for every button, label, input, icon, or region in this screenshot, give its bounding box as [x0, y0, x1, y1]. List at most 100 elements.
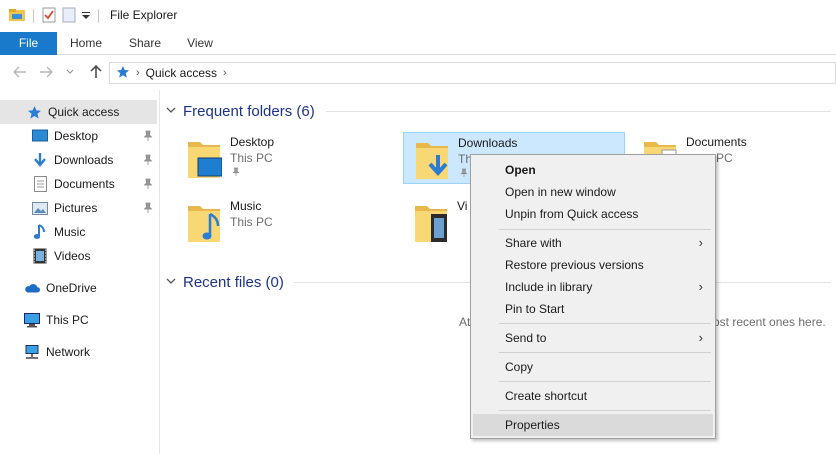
context-menu: Open Open in new window Unpin from Quick… [470, 154, 716, 439]
sidebar-item-documents[interactable]: Documents [0, 172, 157, 196]
videos-folder-icon [415, 206, 447, 242]
onedrive-cloud-icon [24, 280, 40, 296]
pin-icon [232, 167, 240, 176]
pin-icon [460, 168, 468, 177]
breadcrumb-chevron-icon[interactable]: › [223, 67, 227, 79]
window-title: File Explorer [110, 8, 178, 22]
breadcrumb-quick-access[interactable]: Quick access [146, 66, 217, 80]
sidebar-item-label: Quick access [48, 105, 120, 119]
sidebar-item-pictures[interactable]: Pictures [0, 196, 157, 220]
tab-view[interactable]: View [180, 32, 220, 55]
collapse-chevron-icon[interactable] [166, 105, 178, 117]
music-note-icon [32, 224, 48, 240]
tab-home[interactable]: Home [62, 32, 110, 55]
menu-item-label: Include in library [505, 280, 593, 294]
sidebar-item-label: Downloads [54, 153, 114, 167]
folder-name: Downloads [458, 136, 518, 150]
sidebar-item-videos[interactable]: Videos [0, 244, 157, 268]
submenu-arrow-icon: › [698, 330, 703, 345]
breadcrumb-chevron-icon[interactable]: › [136, 67, 140, 79]
sidebar-item-label: Pictures [54, 201, 98, 215]
empty-message-end: ost recent ones here. [713, 315, 826, 329]
recent-locations-dropdown-icon[interactable] [60, 63, 80, 81]
pin-icon[interactable] [143, 202, 153, 214]
menu-item-label: Share with [505, 236, 562, 250]
downloads-folder-icon [416, 143, 448, 179]
frequent-folders-header[interactable]: Frequent folders (6) [166, 101, 315, 121]
folder-tile-desktop[interactable]: Desktop This PC [176, 132, 398, 184]
group-divider [326, 111, 831, 112]
pin-icon[interactable] [143, 130, 153, 142]
sidebar-item-onedrive[interactable]: OneDrive [0, 276, 157, 300]
menu-item-unpin-quick-access[interactable]: Unpin from Quick access [473, 203, 713, 225]
recent-files-header[interactable]: Recent files (0) [166, 272, 284, 292]
desktop-folder-icon [188, 142, 222, 178]
sidebar-item-quick-access[interactable]: Quick access [0, 100, 157, 124]
menu-separator [499, 381, 711, 382]
sidebar-item-desktop[interactable]: Desktop [0, 124, 157, 148]
sidebar-item-label: Documents [54, 177, 115, 191]
customize-toolbar-dropdown-icon[interactable] [81, 7, 91, 26]
menu-item-include-in-library[interactable]: Include in library › [473, 276, 713, 298]
menu-separator [499, 229, 711, 230]
sidebar-item-label: Videos [54, 249, 91, 263]
pictures-icon [32, 200, 48, 216]
quick-access-star-icon [116, 65, 130, 82]
folder-tile-music[interactable]: Music This PC [176, 196, 398, 248]
menu-item-create-shortcut[interactable]: Create shortcut [473, 385, 713, 407]
pin-icon[interactable] [143, 154, 153, 166]
sidebar-item-label: Desktop [54, 129, 99, 143]
menu-item-open[interactable]: Open [473, 159, 713, 181]
sidebar-item-label: OneDrive [46, 281, 97, 295]
address-bar[interactable]: › Quick access › [109, 62, 836, 84]
toolbar-separator [98, 9, 99, 23]
sidebar-item-network[interactable]: Network [0, 340, 157, 364]
sidebar-item-this-pc[interactable]: This PC [0, 308, 157, 332]
collapse-chevron-icon[interactable] [166, 276, 178, 288]
submenu-arrow-icon: › [698, 235, 703, 250]
forward-arrow-icon[interactable] [36, 63, 56, 81]
properties-check-icon[interactable] [41, 7, 57, 26]
toolbar-separator [33, 9, 34, 23]
folder-name: Desktop [230, 135, 275, 149]
group-title: Frequent folders (6) [183, 102, 315, 120]
menu-separator [499, 410, 711, 411]
title-bar: File Explorer [0, 0, 836, 32]
address-row: › Quick access › [0, 56, 836, 90]
folder-name: Documents [686, 135, 747, 149]
menu-item-restore-previous-versions[interactable]: Restore previous versions [473, 254, 713, 276]
tab-file[interactable]: File [0, 32, 57, 55]
tab-share[interactable]: Share [122, 32, 168, 55]
folder-name: Music [230, 199, 262, 213]
menu-item-share-with[interactable]: Share with › [473, 232, 713, 254]
menu-item-send-to[interactable]: Send to › [473, 327, 713, 349]
new-folder-icon[interactable] [61, 7, 77, 26]
menu-separator [499, 323, 711, 324]
navigation-pane: Quick access Desktop Downloads Documents… [0, 90, 160, 454]
sidebar-item-downloads[interactable]: Downloads [0, 148, 157, 172]
sidebar-item-label: This PC [46, 313, 89, 327]
menu-item-open-new-window[interactable]: Open in new window [473, 181, 713, 203]
menu-item-properties[interactable]: Properties [473, 414, 713, 436]
folder-name: Vi [457, 199, 468, 213]
menu-item-pin-to-start[interactable]: Pin to Start [473, 298, 713, 320]
desktop-icon [32, 128, 48, 144]
empty-message-start: At [459, 315, 471, 329]
folder-location: This PC [230, 151, 273, 165]
folder-location: This PC [230, 215, 273, 229]
music-folder-icon [188, 206, 220, 242]
menu-item-label: Send to [505, 331, 547, 345]
ribbon-tabs: File Home Share View [0, 32, 836, 55]
sidebar-item-label: Music [54, 225, 86, 239]
pin-icon[interactable] [143, 178, 153, 190]
sidebar-item-music[interactable]: Music [0, 220, 157, 244]
quick-access-toolbar [8, 7, 102, 25]
back-arrow-icon[interactable] [10, 63, 30, 81]
explorer-folder-icon[interactable] [8, 7, 26, 26]
menu-item-copy[interactable]: Copy [473, 356, 713, 378]
document-icon [32, 176, 48, 192]
computer-monitor-icon [24, 312, 40, 328]
up-arrow-icon[interactable] [86, 63, 106, 81]
sidebar-item-label: Network [46, 345, 91, 359]
quick-access-star-icon [26, 104, 42, 120]
